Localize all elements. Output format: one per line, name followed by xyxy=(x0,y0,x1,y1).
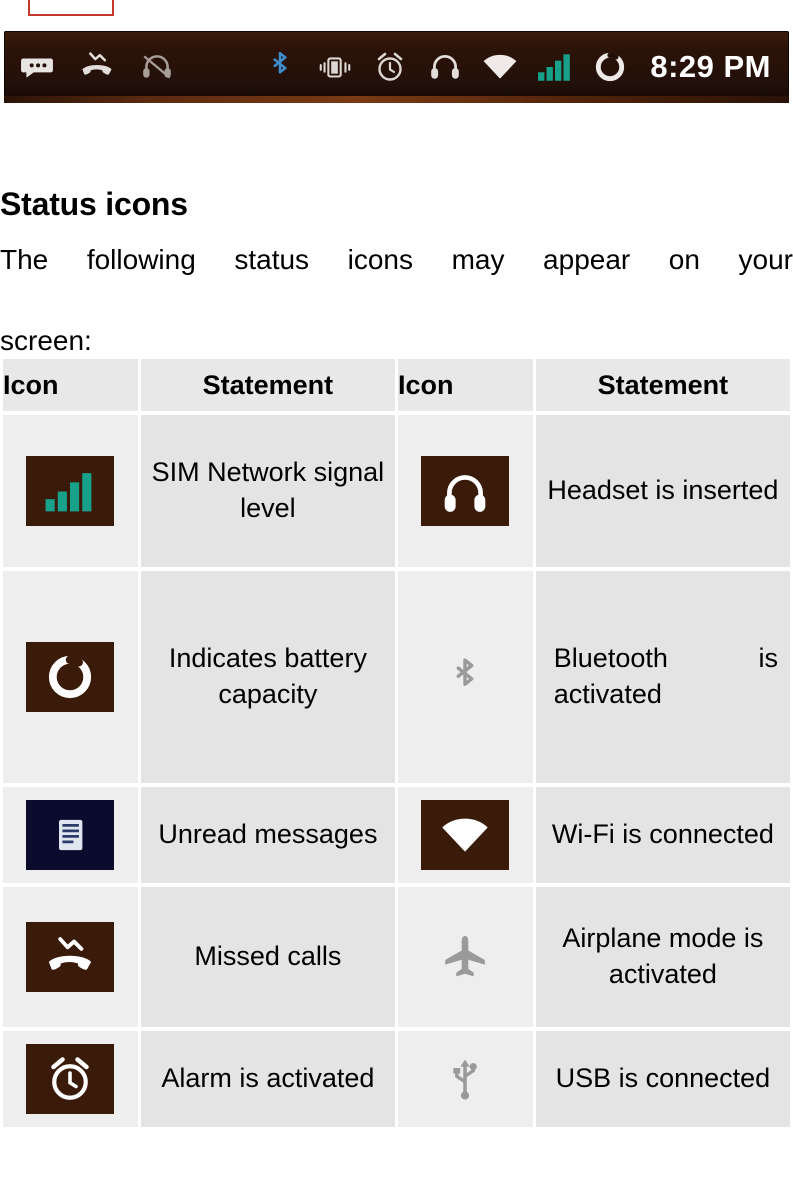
table-row: Alarm is activated USB is connected xyxy=(3,1031,790,1127)
usb-icon xyxy=(421,1044,509,1114)
cell-icon-unread-message xyxy=(3,787,138,883)
alarm-icon xyxy=(26,1044,115,1114)
cell-icon-usb xyxy=(397,1031,533,1127)
status-icons-table: Icon Statement Icon Statement SIM Networ… xyxy=(0,355,793,1131)
cell-icon-missed-call xyxy=(3,887,138,1027)
table-row: Unread messages Wi-Fi is connected xyxy=(3,787,790,883)
cell-text-headset: Headset is inserted xyxy=(535,415,790,567)
wifi-icon xyxy=(421,800,510,870)
cell-text-airplane: Airplane mode is activated xyxy=(535,887,790,1027)
table-row: SIM Network signal level Headset is inse… xyxy=(3,415,790,567)
cell-icon-signal xyxy=(3,415,138,567)
battery-icon xyxy=(26,642,115,712)
cell-text-missed-call: Missed calls xyxy=(140,887,395,1027)
header-statement-left: Statement xyxy=(140,359,395,411)
cell-icon-battery xyxy=(3,571,138,783)
cell-text-wifi: Wi-Fi is connected xyxy=(535,787,790,883)
intro-paragraph: The following status icons may appear on… xyxy=(0,240,793,362)
cell-text-signal: SIM Network signal level xyxy=(140,415,395,567)
headset-icon xyxy=(426,48,464,86)
statusbar-bottom-strip xyxy=(4,96,789,103)
cell-icon-wifi xyxy=(397,787,533,883)
cell-icon-alarm xyxy=(3,1031,138,1127)
wifi-icon xyxy=(481,48,519,86)
missed-call-icon xyxy=(78,48,116,86)
cell-icon-bluetooth xyxy=(397,571,533,783)
table-row: Indicates battery capacity Bluetooth is … xyxy=(3,571,790,783)
header-icon-left: Icon xyxy=(3,359,138,411)
cell-text-bluetooth: Bluetooth is activated xyxy=(535,571,790,783)
cell-text-battery: Indicates battery capacity xyxy=(140,571,395,783)
cell-text-alarm: Alarm is activated xyxy=(140,1031,395,1127)
airplane-icon xyxy=(421,922,509,992)
header-statement-right: Statement xyxy=(535,359,790,411)
headset-icon xyxy=(421,456,510,526)
statusbar: 8:29 PM xyxy=(4,31,789,103)
battery-icon xyxy=(591,48,629,86)
cell-icon-airplane xyxy=(397,887,533,1027)
signal-icon xyxy=(26,456,115,526)
crop-marker xyxy=(28,0,114,16)
bluetooth-icon xyxy=(261,48,299,86)
unread-message-icon xyxy=(26,800,115,870)
intro-line-1: The following status icons may appear on… xyxy=(0,244,793,275)
cell-text-unread-message: Unread messages xyxy=(140,787,395,883)
intro-line-2: screen: xyxy=(0,325,92,357)
cell-icon-headset xyxy=(397,415,533,567)
missed-call-icon xyxy=(26,922,115,992)
page-title: Status icons xyxy=(0,186,188,222)
headset-muted-icon xyxy=(138,48,176,86)
messages-icon xyxy=(18,48,56,86)
cell-text-usb: USB is connected xyxy=(535,1031,790,1127)
alarm-icon xyxy=(371,48,409,86)
table-row: Missed calls Airplane mode is activated xyxy=(3,887,790,1027)
statusbar-left-group xyxy=(18,48,176,86)
vibrate-icon xyxy=(316,48,354,86)
table-header-row: Icon Statement Icon Statement xyxy=(3,359,790,411)
bluetooth-icon xyxy=(421,642,509,712)
signal-icon xyxy=(536,48,574,86)
header-icon-right: Icon xyxy=(397,359,533,411)
status-clock: 8:29 PM xyxy=(650,49,771,84)
statusbar-screenshot: 8:29 PM xyxy=(4,31,789,103)
statusbar-right-group: 8:29 PM xyxy=(261,48,775,86)
